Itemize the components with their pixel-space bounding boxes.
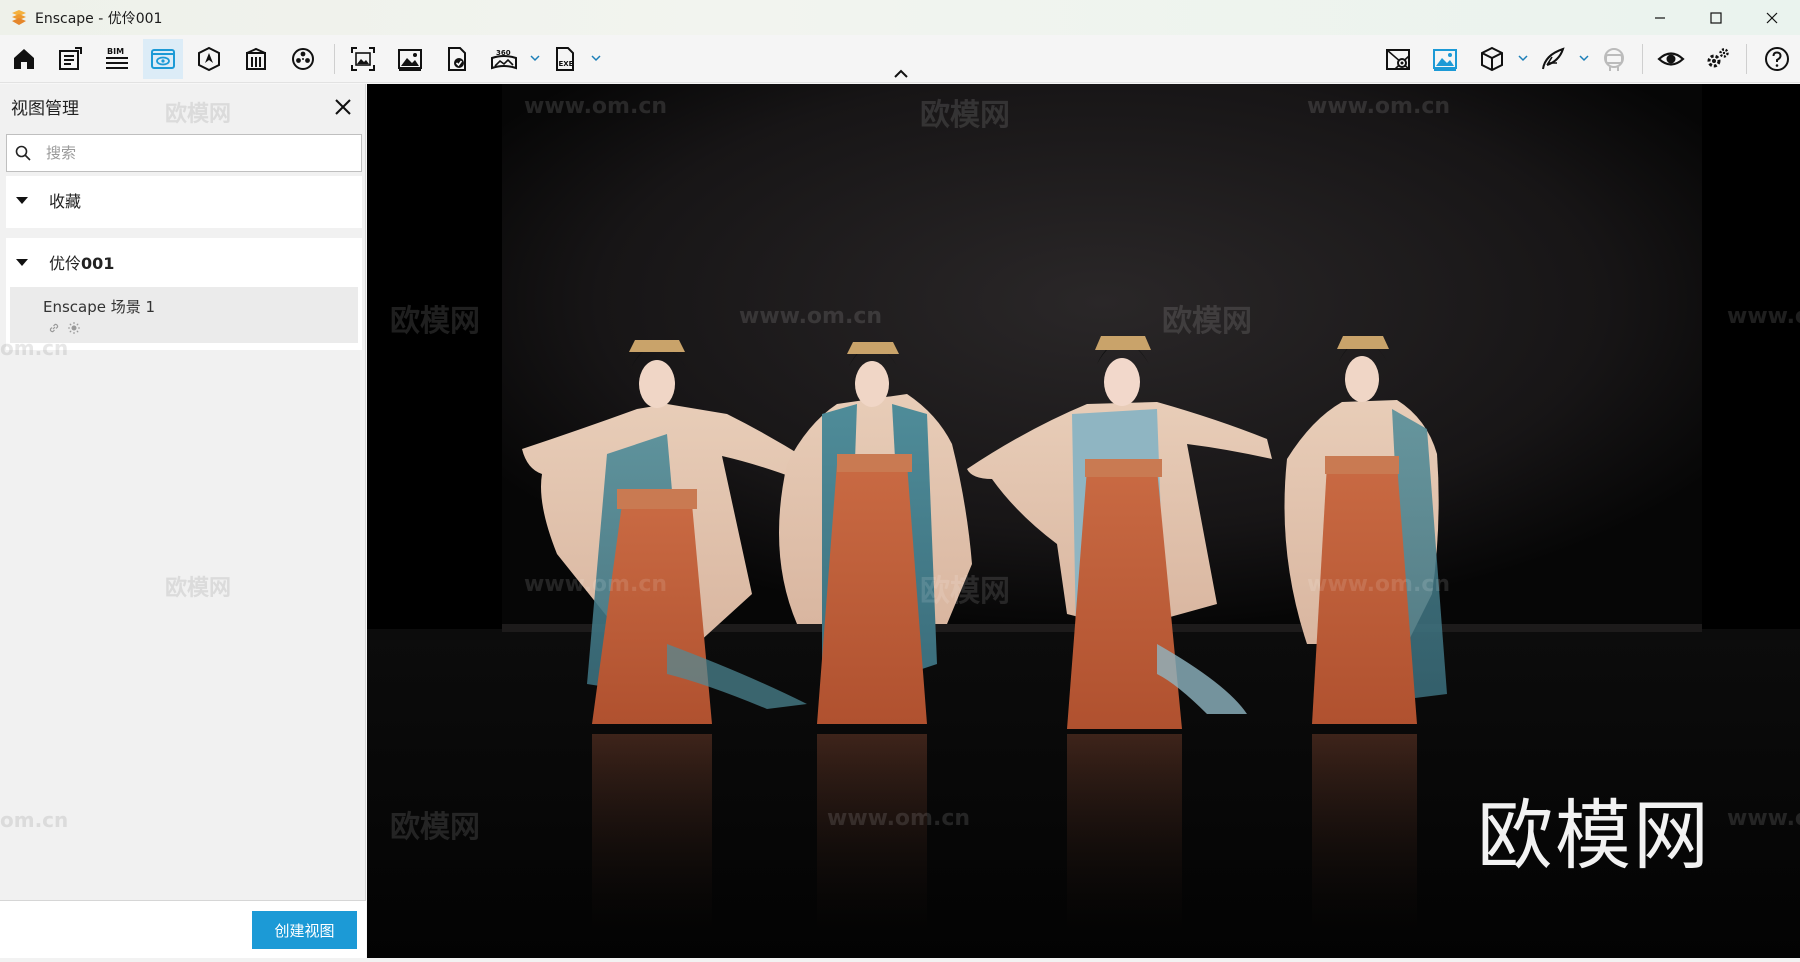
panel-footer: 创建视图 [0,900,366,958]
building-icon [246,47,266,70]
bim-icon: BIM [106,47,128,69]
chevron-down-icon [1579,55,1589,62]
panel-close-button[interactable] [330,94,356,120]
navigation-button[interactable] [189,39,229,79]
close-icon [335,99,351,115]
image-button[interactable] [390,39,430,79]
image-icon [398,49,422,71]
settings-button[interactable] [1698,39,1738,79]
create-view-button[interactable]: 创建视图 [252,911,357,949]
screenshot-icon [351,47,375,71]
link-icon [49,323,59,333]
export-file-icon [448,47,466,71]
window-bottom-edge [0,958,1800,962]
svg-text:BIM: BIM [107,47,124,56]
enscape-logo-icon [12,9,26,25]
video-reel-button[interactable] [283,39,323,79]
feather-button[interactable] [1533,39,1573,79]
enscape-window: Enscape - 优伶001 BIM 360 EXE 视图管理 欧模网 搜索 … [0,0,1800,962]
feather-dropdown-caret[interactable] [1577,51,1591,65]
window-controls [1632,0,1800,35]
search-input[interactable] [46,144,346,162]
maximize-icon [1710,11,1722,24]
vr-headset-icon [1604,48,1624,71]
feather-icon [1542,47,1565,70]
watermark-text: 欧模网 [165,102,232,127]
chevron-down-icon [1518,55,1528,62]
project-group: 优伶001 Enscape 场景 1 [6,238,362,350]
exe-export-button[interactable]: EXE [545,39,585,79]
view-management-button[interactable] [143,39,183,79]
eye-icon [1657,52,1685,66]
cube-button[interactable] [1472,39,1512,79]
image-mode-icon [1433,49,1457,71]
map-pin-button[interactable] [1378,39,1418,79]
chevron-down-icon [591,55,601,62]
navigation-icon [198,46,220,72]
view-management-panel: 视图管理 欧模网 收藏 优伶001 Enscape 场景 1 [0,84,366,958]
title-bar: Enscape - 优伶001 [0,0,1800,35]
eye-button[interactable] [1651,39,1691,79]
project-label: 优伶001 [49,250,114,274]
minimize-icon [1655,16,1665,19]
export-file-button[interactable] [437,39,477,79]
caret-down-icon [16,259,28,266]
help-icon [1765,47,1789,71]
watermark-logo-text: 欧模网 [1477,791,1711,880]
watermark-text: om.cn [0,808,69,832]
search-box[interactable] [6,134,362,172]
project-label-prefix: 优伶 [49,254,82,273]
minimize-button[interactable] [1632,0,1688,35]
view-item[interactable]: Enscape 场景 1 [10,287,358,343]
window-title: Enscape - 优伶001 [35,10,163,27]
caret-down-icon [16,197,28,204]
toolbar-separator [1746,44,1747,74]
toolbar-separator [334,44,335,74]
document-button[interactable] [50,39,90,79]
sun-icon [68,322,80,334]
search-icon [15,145,31,161]
close-icon [1766,12,1778,23]
watermark-text: 欧模网 [165,576,232,601]
bim-button[interactable]: BIM [97,39,137,79]
view-management-icon [151,49,175,69]
project-label-suffix: 001 [81,254,115,273]
home-button[interactable] [4,39,44,79]
chevron-down-icon [530,55,540,62]
vr-headset-button[interactable] [1594,39,1634,79]
render-viewport[interactable]: www.om.cn 欧模网 www.om.cn 欧模网 www.om.cn 欧模… [367,84,1800,958]
screenshot-button[interactable] [343,39,383,79]
favorites-group: 收藏 [6,176,362,228]
document-icon [59,47,82,70]
exe-dropdown-caret[interactable] [589,51,603,65]
cube-icon [1481,46,1503,72]
help-button[interactable] [1757,39,1797,79]
image-mode-button[interactable] [1425,39,1465,79]
map-pin-icon [1386,49,1410,70]
cube-dropdown-caret[interactable] [1516,51,1530,65]
settings-icon [1707,48,1729,68]
panorama-360-icon: 360 [491,49,517,70]
toolbar-separator [1642,44,1643,74]
panorama-dropdown-caret[interactable] [528,51,542,65]
project-header[interactable]: 优伶001 [6,238,362,286]
panorama-360-button[interactable]: 360 [484,39,524,79]
svg-text:EXE: EXE [559,60,574,68]
video-reel-icon [292,48,314,70]
building-button[interactable] [236,39,276,79]
close-window-button[interactable] [1744,0,1800,35]
exe-export-icon: EXE [556,47,574,71]
favorites-header[interactable]: 收藏 [6,176,362,224]
collapse-toolbar-chevron-icon[interactable] [893,68,909,80]
favorites-label: 收藏 [49,192,82,211]
home-icon [14,49,34,69]
view-item-label: Enscape 场景 1 [43,298,156,316]
panel-title: 视图管理 [11,99,79,119]
maximize-button[interactable] [1688,0,1744,35]
